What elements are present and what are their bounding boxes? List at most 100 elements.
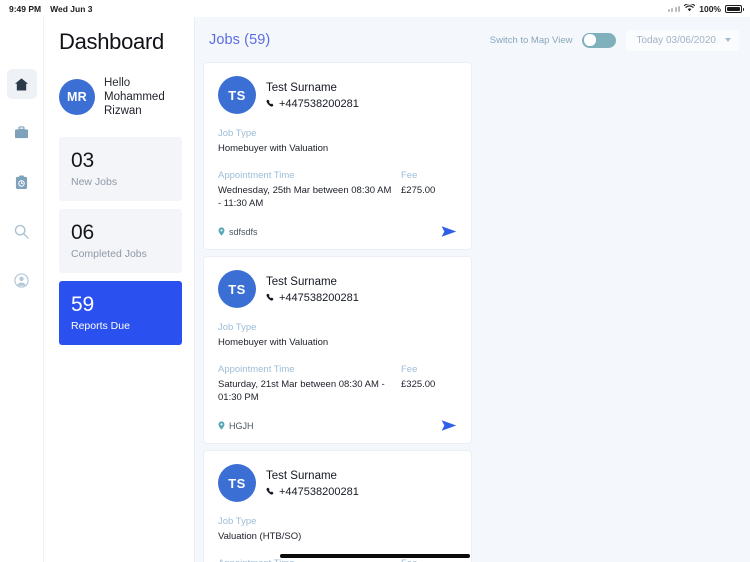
job-location: sdfsdfs xyxy=(218,227,258,237)
nav-rail xyxy=(0,17,44,562)
search-icon xyxy=(14,224,29,239)
customer-phone: +447538200281 xyxy=(279,291,359,304)
map-view-toggle[interactable] xyxy=(582,32,617,48)
avatar: TS xyxy=(218,270,256,308)
appointment-time-value: Wednesday, 25th Mar between 08:30 AM - 1… xyxy=(218,185,392,209)
appointment-time-col: Appointment Time Wednesday, 25th Mar bet… xyxy=(218,169,393,210)
job-location: HGJH xyxy=(218,421,254,431)
job-customer: TS Test Surname +447538200281 xyxy=(218,464,457,502)
signal-dots-icon xyxy=(667,5,681,12)
job-type-value: Homebuyer with Valuation xyxy=(218,337,329,348)
sidebar-item-jobs[interactable] xyxy=(7,118,37,148)
sidebar-item-search[interactable] xyxy=(7,216,37,246)
customer-info: Test Surname +447538200281 xyxy=(266,469,359,498)
job-type-value: Valuation (HTB/SO) xyxy=(218,531,302,542)
appointment-time-label: Appointment Time xyxy=(218,364,295,375)
phone-icon xyxy=(266,487,275,496)
job-type-label: Job Type xyxy=(218,516,257,527)
customer-name: Test Surname xyxy=(266,469,337,482)
chevron-down-icon xyxy=(725,38,731,42)
user-greeting[interactable]: MR Hello Mohammed Rizwan xyxy=(59,76,182,118)
battery-percent: 100% xyxy=(699,3,721,14)
date-filter-value: Today 03/06/2020 xyxy=(636,34,716,46)
stat-card-reports-due[interactable]: 59 Reports Due xyxy=(59,281,182,345)
stat-label: Completed Jobs xyxy=(71,248,147,260)
sidebar-item-reports[interactable] xyxy=(7,167,37,197)
clipboard-icon xyxy=(15,174,28,190)
job-location-text: sdfsdfs xyxy=(229,226,258,237)
customer-phone-row[interactable]: +447538200281 xyxy=(266,486,359,498)
job-card-footer: sdfsdfs xyxy=(218,225,457,238)
app-root: 9:49 PM Wed Jun 3 100% Dashboard MR Hell… xyxy=(0,0,750,562)
greeting-label: Hello xyxy=(104,77,131,89)
dashboard-sidebar: Dashboard MR Hello Mohammed Rizwan 03 Ne… xyxy=(44,17,195,562)
job-type-label: Job Type xyxy=(218,322,257,333)
status-bar-left: 9:49 PM Wed Jun 3 xyxy=(9,4,92,14)
avatar: MR xyxy=(59,79,95,115)
location-pin-icon xyxy=(218,421,225,430)
status-bar: 9:49 PM Wed Jun 3 100% xyxy=(0,0,750,17)
wifi-icon xyxy=(684,2,696,14)
fee-col: Fee £275.00 xyxy=(401,169,457,210)
customer-name: Test Surname xyxy=(266,81,337,94)
fee-label: Fee xyxy=(401,170,418,181)
jobs-title: Jobs (59) xyxy=(209,32,271,48)
battery-icon xyxy=(725,4,744,13)
job-card[interactable]: TS Test Surname +447538200281 Job Type H… xyxy=(204,63,471,249)
user-icon xyxy=(14,272,29,288)
home-indicator xyxy=(280,554,470,558)
jobs-header-controls: Switch to Map View Today 03/06/2020 xyxy=(489,29,739,51)
job-location-text: HGJH xyxy=(229,420,254,431)
phone-icon xyxy=(266,99,275,108)
send-button[interactable] xyxy=(441,419,457,432)
user-name: Mohammed Rizwan xyxy=(104,91,165,117)
job-card[interactable]: TS Test Surname +447538200281 Job Type H… xyxy=(204,257,471,443)
customer-phone-row[interactable]: +447538200281 xyxy=(266,292,359,304)
jobs-content: Jobs (59) Switch to Map View Today 03/06… xyxy=(195,17,750,562)
briefcase-icon xyxy=(14,126,29,140)
job-type-label: Job Type xyxy=(218,128,257,139)
job-type-value: Homebuyer with Valuation xyxy=(218,143,329,154)
page-title: Dashboard xyxy=(59,29,164,54)
status-bar-right: 100% xyxy=(667,2,744,14)
job-type-block: Job Type Valuation (HTB/SO) xyxy=(218,515,457,543)
fee-col: Fee £325.00 xyxy=(401,363,457,404)
location-pin-icon xyxy=(218,227,225,236)
fee-value: £325.00 xyxy=(401,379,436,390)
status-date: Wed Jun 3 xyxy=(50,3,93,14)
status-time: 9:49 PM xyxy=(9,3,42,14)
customer-phone: +447538200281 xyxy=(279,97,359,110)
home-icon xyxy=(14,77,29,92)
appointment-time-col: Appointment Time Saturday, 21st Mar betw… xyxy=(218,363,393,404)
sidebar-item-home[interactable] xyxy=(6,69,37,99)
avatar: TS xyxy=(218,464,256,502)
appointment-block: Appointment Time Saturday, 21st Mar betw… xyxy=(218,363,457,404)
stat-value: 59 xyxy=(71,293,94,316)
customer-name: Test Surname xyxy=(266,275,337,288)
customer-info: Test Surname +447538200281 xyxy=(266,275,359,304)
stat-label: Reports Due xyxy=(71,320,130,332)
send-button[interactable] xyxy=(441,225,457,238)
phone-icon xyxy=(266,293,275,302)
map-view-label: Switch to Map View xyxy=(489,34,573,46)
jobs-list: TS Test Surname +447538200281 Job Type H… xyxy=(204,63,741,562)
appointment-time-label: Appointment Time xyxy=(218,170,295,181)
send-arrow-icon xyxy=(441,225,457,238)
stat-card-completed-jobs[interactable]: 06 Completed Jobs xyxy=(59,209,182,273)
app-body: Dashboard MR Hello Mohammed Rizwan 03 Ne… xyxy=(0,17,750,562)
stat-value: 06 xyxy=(71,221,94,244)
sidebar-item-profile[interactable] xyxy=(7,265,37,295)
greeting-text: Hello Mohammed Rizwan xyxy=(104,76,182,118)
toggle-knob xyxy=(584,34,596,46)
job-card-footer: HGJH xyxy=(218,419,457,432)
job-card[interactable]: TS Test Surname +447538200281 Job Type V… xyxy=(204,451,471,562)
stat-card-new-jobs[interactable]: 03 New Jobs xyxy=(59,137,182,201)
stat-value: 03 xyxy=(71,149,94,172)
jobs-header: Jobs (59) Switch to Map View Today 03/06… xyxy=(204,17,741,63)
appointment-block: Appointment Time Wednesday, 25th Mar bet… xyxy=(218,169,457,210)
customer-phone-row[interactable]: +447538200281 xyxy=(266,98,359,110)
fee-label: Fee xyxy=(401,364,418,375)
customer-info: Test Surname +447538200281 xyxy=(266,81,359,110)
date-filter-dropdown[interactable]: Today 03/06/2020 xyxy=(626,29,739,51)
job-customer: TS Test Surname +447538200281 xyxy=(218,76,457,114)
